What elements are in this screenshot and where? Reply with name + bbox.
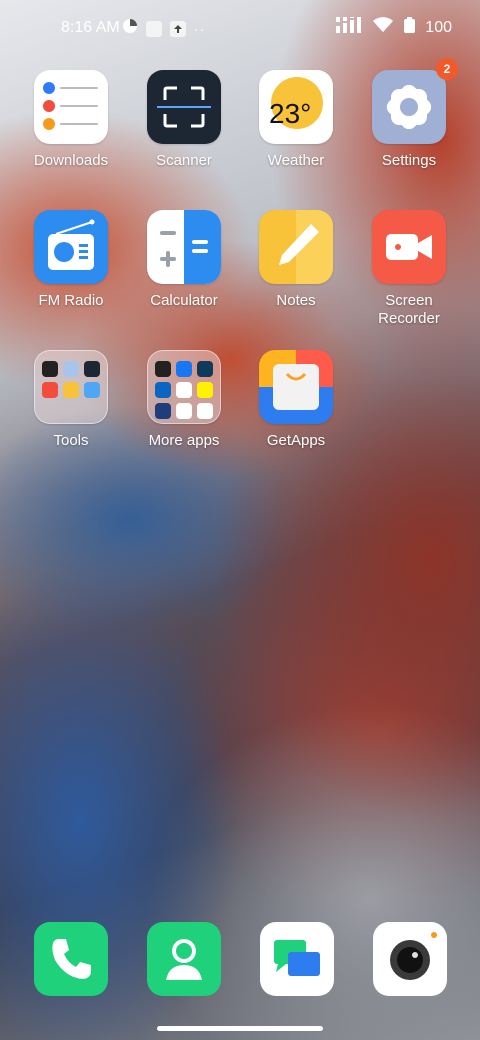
wifi-icon	[372, 17, 394, 38]
weather-sun-icon: 23°	[259, 70, 333, 144]
app-getapps[interactable]: GetApps	[241, 350, 351, 450]
folder-icon	[34, 350, 108, 424]
shopping-bag-icon	[259, 350, 333, 424]
dock-phone[interactable]	[34, 922, 108, 996]
folder-tools[interactable]: Tools	[16, 350, 126, 450]
home-indicator[interactable]	[157, 1026, 323, 1031]
dock-messages[interactable]	[260, 922, 334, 996]
notification-square-icon	[146, 20, 162, 37]
radio-icon	[34, 210, 108, 284]
app-calculator[interactable]: Calculator	[129, 210, 239, 310]
scanner-icon	[147, 70, 221, 144]
folder-icon	[147, 350, 221, 424]
gear-icon	[372, 70, 446, 144]
app-settings[interactable]: 2 Settings	[354, 58, 464, 170]
app-label: More apps	[148, 432, 220, 449]
app-label: Screen Recorder	[354, 292, 464, 328]
app-label: Calculator	[150, 292, 218, 309]
battery-icon	[404, 17, 416, 38]
app-label: GetApps	[266, 432, 326, 449]
app-notes[interactable]: Notes	[241, 210, 351, 310]
app-screen-recorder[interactable]: Screen Recorder	[354, 210, 464, 328]
dock-camera[interactable]	[373, 922, 447, 996]
folder-more-apps[interactable]: More apps	[129, 350, 239, 450]
app-downloads[interactable]: Downloads	[16, 70, 126, 170]
person-icon	[147, 939, 221, 996]
app-weather[interactable]: 23° Weather	[241, 70, 351, 170]
label-line: Screen	[385, 292, 433, 309]
notification-badge: 2	[436, 58, 458, 80]
app-label: FM Radio	[38, 292, 104, 309]
more-dots-icon: ··	[194, 20, 206, 37]
weather-temp: 23°	[269, 98, 312, 129]
app-label: Tools	[53, 432, 89, 449]
app-scanner[interactable]: Scanner	[129, 70, 239, 170]
app-label: Downloads	[33, 152, 109, 169]
video-camera-icon	[372, 210, 446, 284]
pencil-icon	[259, 210, 333, 284]
app-label: Settings	[381, 152, 437, 169]
app-label: Scanner	[156, 152, 212, 169]
phone-icon	[34, 939, 108, 996]
camera-lens-icon	[373, 932, 447, 996]
upload-icon	[170, 20, 186, 37]
calculator-icon	[147, 210, 221, 284]
status-notification-icons: ··	[122, 18, 205, 39]
battery-percent: 100	[425, 18, 452, 36]
app-fm-radio[interactable]: FM Radio	[16, 210, 126, 310]
status-time: 8:16 AM	[61, 19, 120, 36]
status-bar: 8:16 AM ·· 100	[0, 0, 480, 56]
app-label: Weather	[267, 152, 325, 169]
app-label: Notes	[276, 292, 316, 309]
data-saver-icon	[122, 18, 138, 39]
label-line: Recorder	[378, 310, 440, 327]
dock-contacts[interactable]	[147, 922, 221, 996]
chat-bubbles-icon	[260, 940, 334, 996]
downloads-list-icon	[34, 70, 108, 144]
signal-icon	[336, 17, 362, 38]
